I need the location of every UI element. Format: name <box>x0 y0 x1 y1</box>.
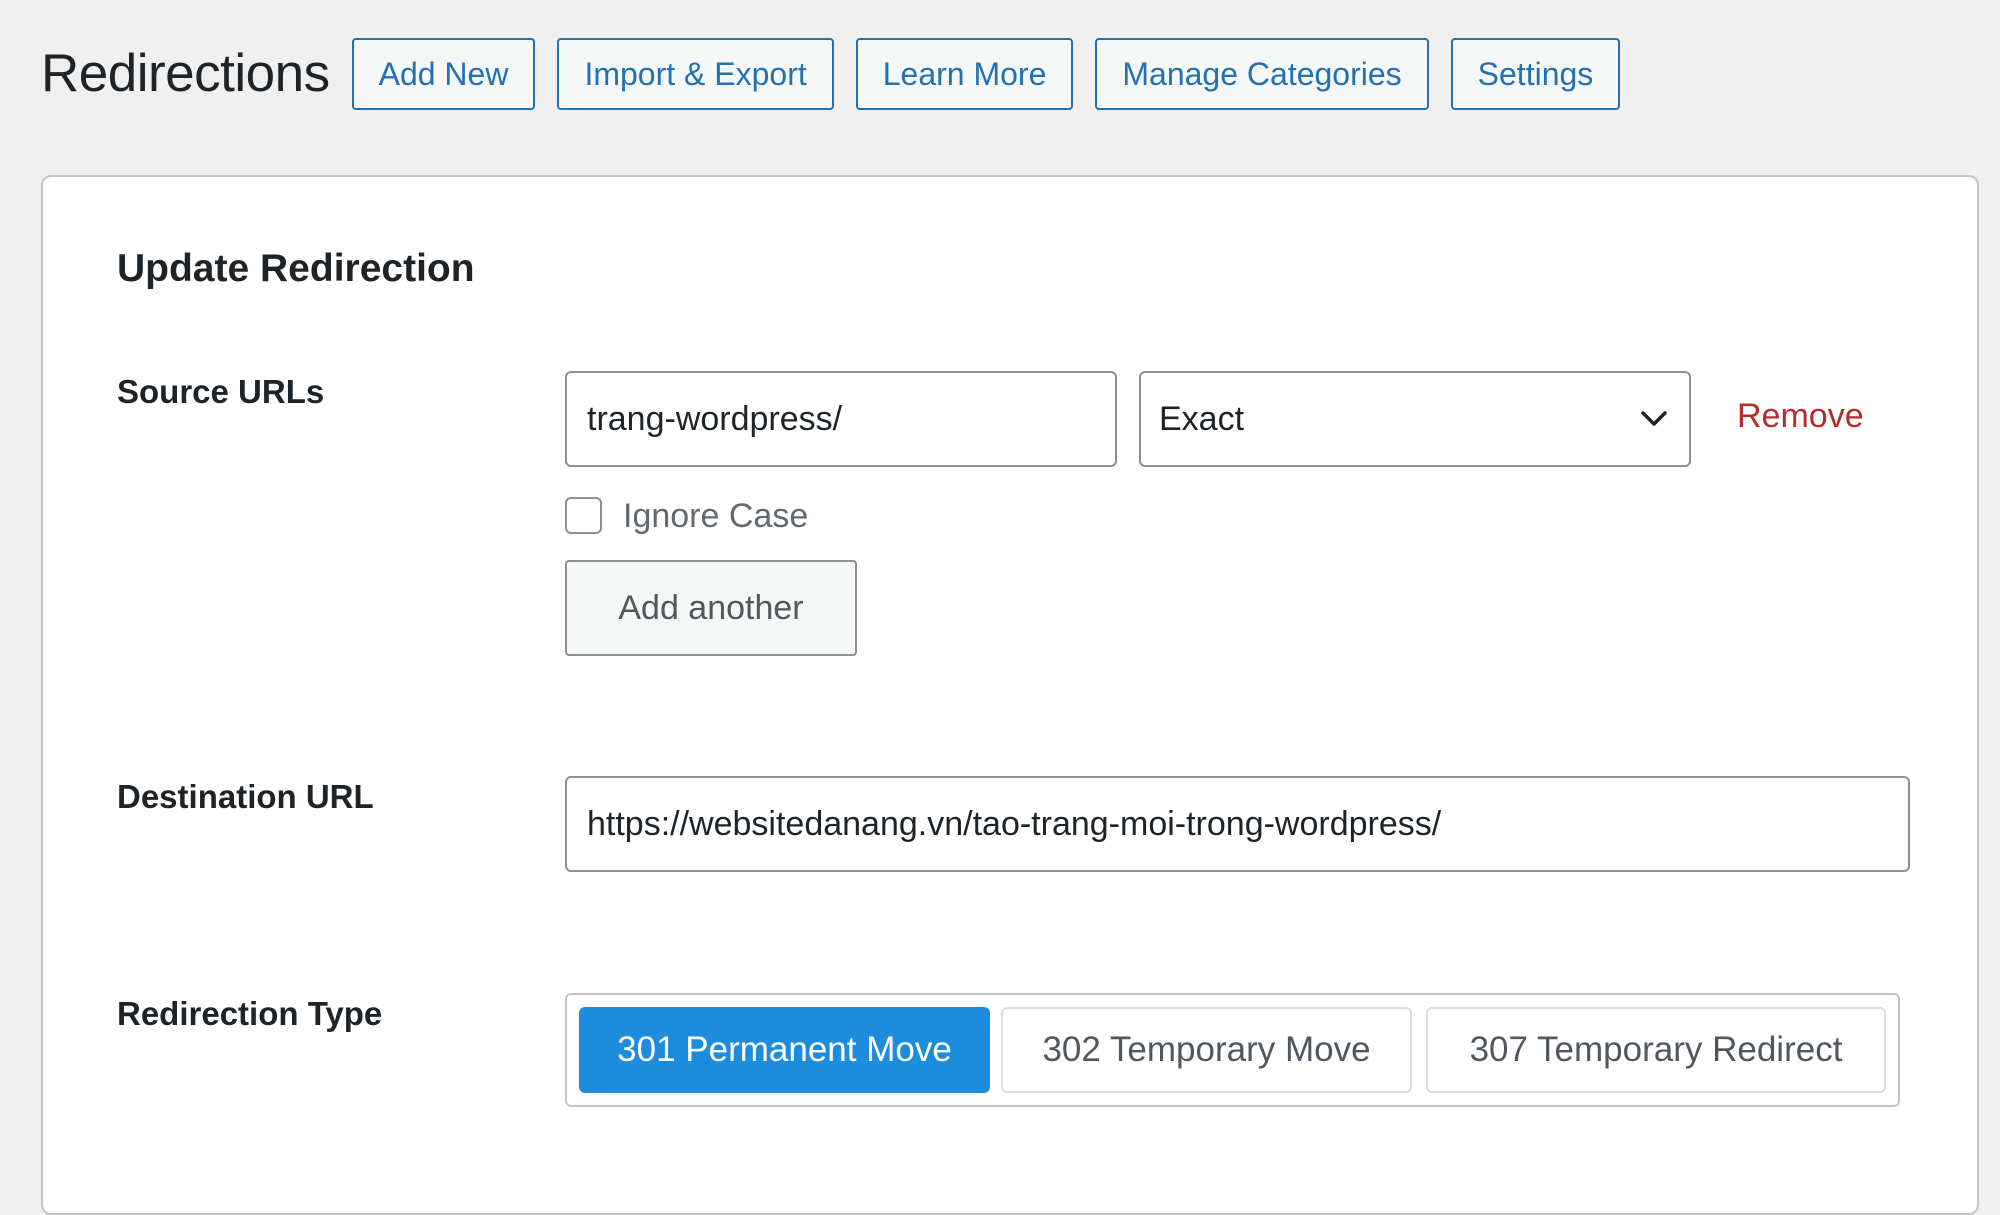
ignore-case-checkbox[interactable] <box>565 497 602 534</box>
redirection-type-group: 301 Permanent Move 302 Temporary Move 30… <box>565 993 1900 1107</box>
add-new-button[interactable]: Add New <box>351 38 536 110</box>
manage-categories-button[interactable]: Manage Categories <box>1095 38 1429 110</box>
match-type-select[interactable]: Exact <box>1139 371 1691 467</box>
remove-source-link[interactable]: Remove <box>1737 397 1864 436</box>
type-301-button[interactable]: 301 Permanent Move <box>579 1007 990 1093</box>
match-type-value: Exact <box>1159 399 1245 438</box>
destination-url-label: Destination URL <box>117 778 374 815</box>
redirection-type-label: Redirection Type <box>117 995 383 1032</box>
type-302-button[interactable]: 302 Temporary Move <box>1001 1007 1412 1093</box>
destination-url-input[interactable] <box>565 776 1910 872</box>
update-redirection-card: Update Redirection Source URLs Exact Rem… <box>41 175 1979 1215</box>
form-title: Update Redirection <box>117 247 475 290</box>
page-header: Redirections Add New Import & Export Lea… <box>41 38 1642 110</box>
import-export-button[interactable]: Import & Export <box>557 38 834 110</box>
source-url-input[interactable] <box>565 371 1117 467</box>
chevron-down-icon <box>1637 402 1671 436</box>
ignore-case-label[interactable]: Ignore Case <box>623 497 808 536</box>
add-another-button[interactable]: Add another <box>565 560 857 656</box>
settings-button[interactable]: Settings <box>1450 38 1621 110</box>
type-307-button[interactable]: 307 Temporary Redirect <box>1426 1007 1886 1093</box>
source-urls-label: Source URLs <box>117 373 325 410</box>
learn-more-button[interactable]: Learn More <box>855 38 1074 110</box>
page-title: Redirections <box>41 44 330 103</box>
